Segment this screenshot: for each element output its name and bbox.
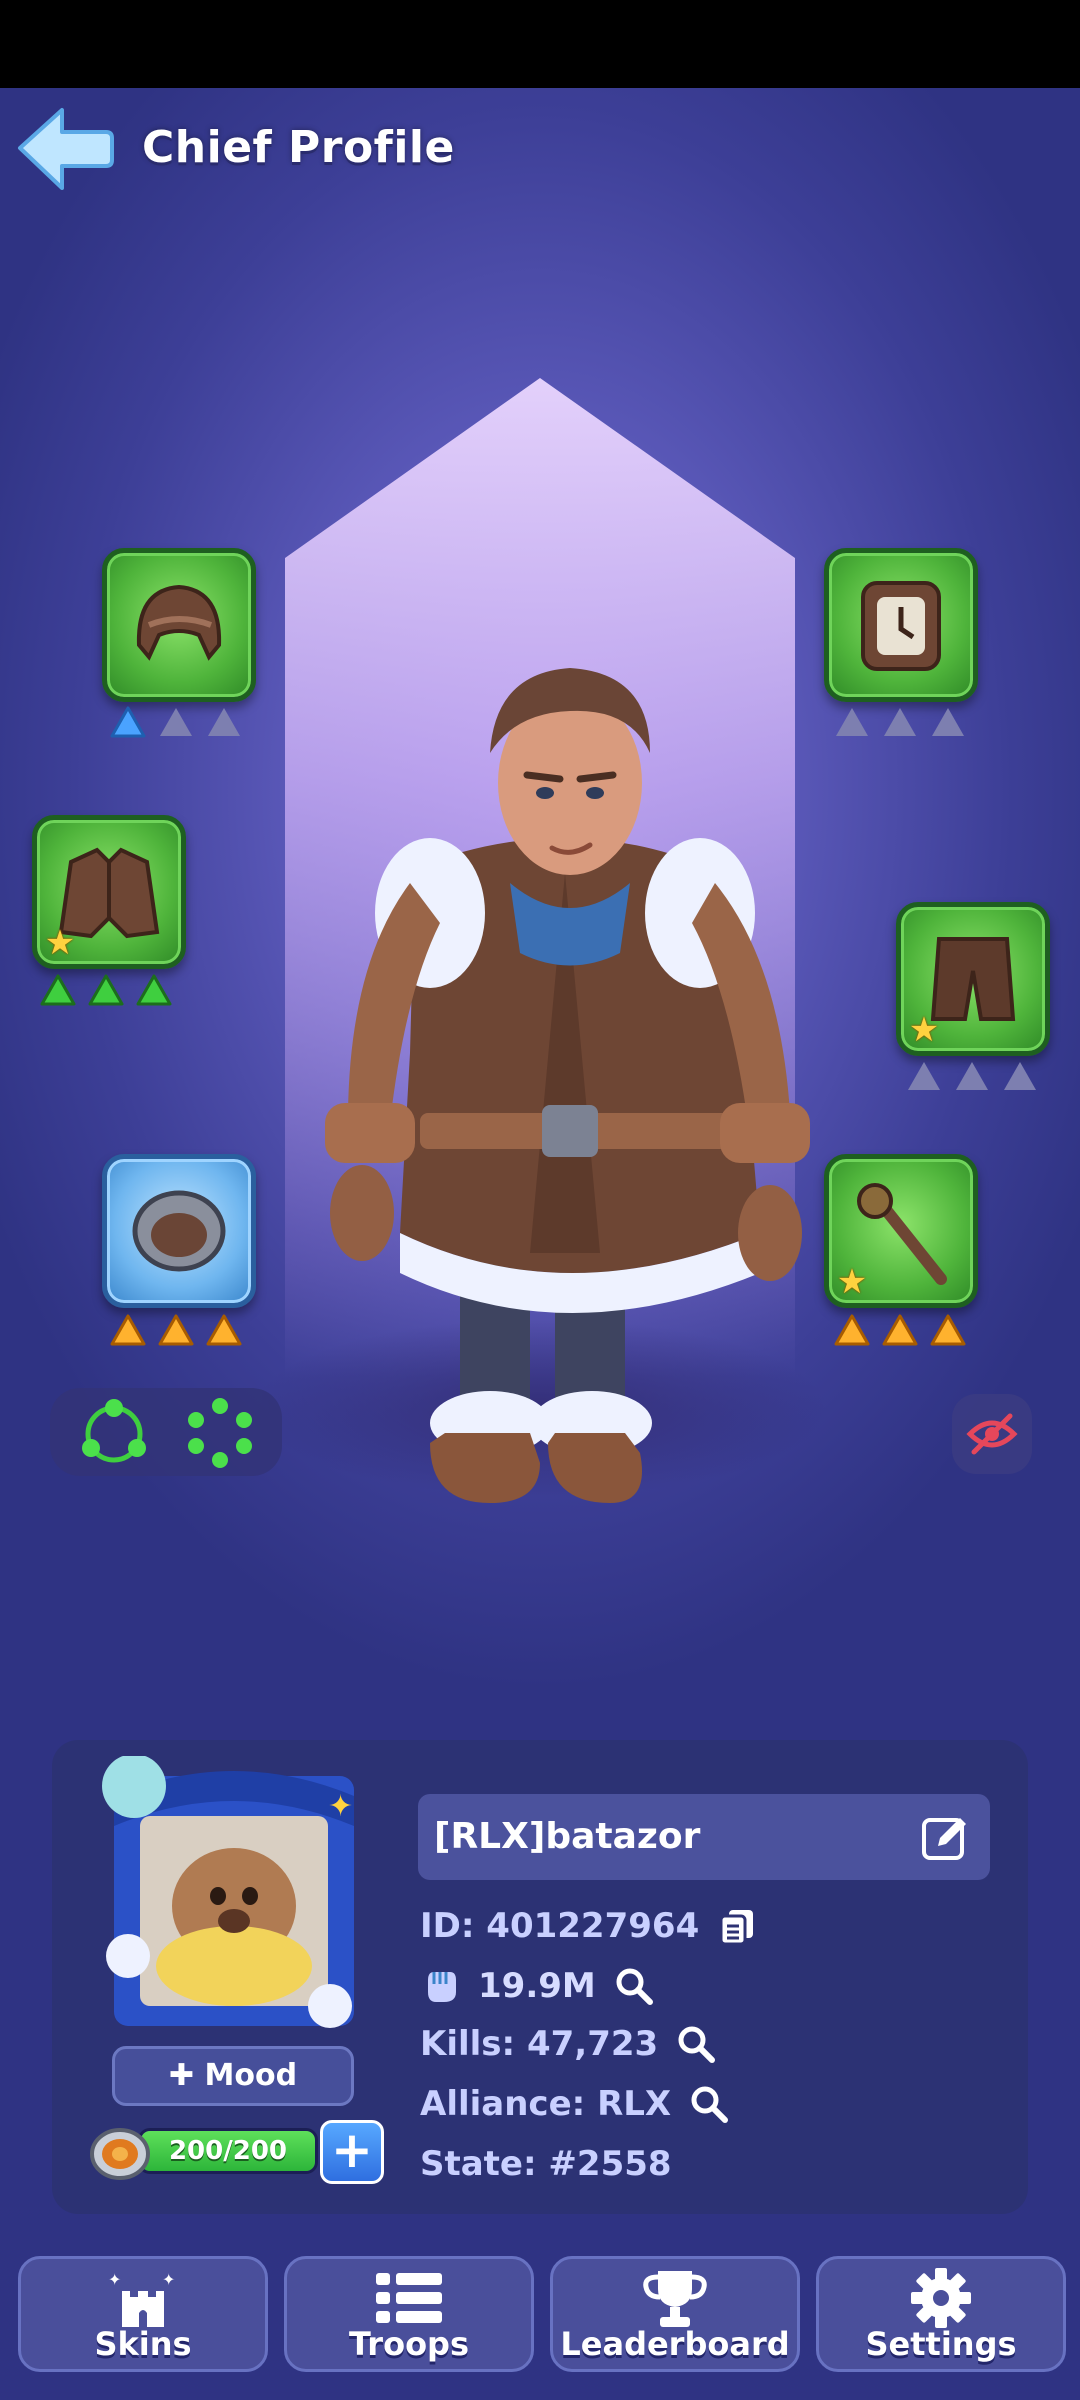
alliance-row: Alliance: RLX [420, 2080, 729, 2128]
edit-icon[interactable] [920, 1812, 970, 1862]
plus-icon: + [331, 2121, 373, 2179]
player-name-field[interactable]: [RLX]batazor [418, 1794, 990, 1880]
trophy-icon [643, 2271, 707, 2327]
tier-triangle-orange [930, 1314, 966, 1346]
gear-slot-pants[interactable]: ★ [896, 902, 1050, 1056]
tier-triangle-empty [836, 708, 868, 736]
back-button[interactable] [14, 104, 114, 194]
tier-triangle-empty [208, 708, 240, 736]
gear-slot-staff[interactable]: ★ [824, 1154, 978, 1308]
tier-triangle-empty [956, 1062, 988, 1090]
search-icon[interactable] [676, 2024, 716, 2064]
tier-triangle-green [136, 974, 172, 1006]
cap-icon [136, 584, 222, 661]
svg-text:✦: ✦ [162, 2270, 175, 2289]
svg-text:✦: ✦ [108, 2270, 121, 2289]
tier-triangle-empty [160, 708, 192, 736]
power-value: 19.9M [478, 1966, 596, 2006]
power-row: 19.9M [420, 1962, 654, 2010]
stamina-bar: 200/200 [138, 2128, 318, 2174]
chief-character [325, 668, 810, 1503]
triangle-nodes-icon [82, 1399, 146, 1463]
tier-triangle-empty [908, 1062, 940, 1090]
ring-icon [132, 1190, 226, 1272]
fist-icon [428, 1972, 456, 2002]
gear-tiers-coat [40, 974, 172, 1006]
castle-icon: ✦ ✦ [108, 2270, 175, 2327]
state-value: State: #2558 [420, 2144, 672, 2184]
troops-label: Troops [348, 2325, 469, 2363]
skins-button[interactable]: ✦ ✦ Skins [18, 2256, 268, 2372]
tier-triangle-empty [884, 708, 916, 736]
gear-slot-coat[interactable]: ★ [32, 815, 186, 969]
player-id: ID: 401227964 [420, 1906, 700, 1946]
tier-triangle-orange [882, 1314, 918, 1346]
gear-tiers-staff [834, 1314, 966, 1346]
eye-off-icon [966, 1413, 1018, 1455]
gear-slot-ring[interactable] [102, 1154, 256, 1308]
tier-triangle-orange [110, 1314, 146, 1346]
plus-icon: ✚ [168, 2058, 205, 2093]
gear-icon [911, 2268, 971, 2328]
gear-tiers-watch [834, 706, 966, 738]
watch-icon [861, 581, 941, 671]
leaderboard-label: Leaderboard [560, 2325, 790, 2363]
mood-button[interactable]: ✚ Mood [112, 2046, 354, 2106]
player-id-row: ID: 401227964 [420, 1902, 757, 1950]
leaderboard-button[interactable]: Leaderboard [550, 2256, 800, 2372]
gear-slot-cap[interactable] [102, 548, 256, 702]
kills-value: Kills: 47,723 [420, 2024, 659, 2064]
search-icon[interactable] [614, 1966, 654, 2006]
search-icon[interactable] [689, 2084, 729, 2124]
tier-triangle-green [40, 974, 76, 1006]
troops-button[interactable]: Troops [284, 2256, 534, 2372]
gear-tiers-ring [110, 1314, 242, 1346]
svg-text:✦: ✦ [328, 1789, 353, 1824]
kills-row: Kills: 47,723 [420, 2020, 716, 2068]
avatar[interactable]: ✦ [100, 1756, 368, 2046]
tier-triangle-green [88, 974, 124, 1006]
gear-tiers-cap [110, 706, 242, 738]
circle-nodes-icon [188, 1398, 252, 1468]
back-arrow-icon [18, 108, 114, 190]
alliance-value: Alliance: RLX [420, 2084, 672, 2124]
state-row: State: #2558 [420, 2140, 672, 2188]
settings-label: Settings [865, 2325, 1017, 2363]
tier-triangle-orange [206, 1314, 242, 1346]
star-icon: ★ [44, 923, 76, 963]
player-name: [RLX]batazor [434, 1816, 701, 1857]
status-bar [0, 0, 1080, 88]
star-icon: ★ [836, 1262, 868, 1302]
settings-button[interactable]: Settings [816, 2256, 1066, 2372]
gear-slot-watch[interactable] [824, 548, 978, 702]
hide-gear-button[interactable] [952, 1394, 1032, 1474]
gear-tiers-pants [906, 1060, 1038, 1092]
copy-icon[interactable] [717, 1906, 757, 1946]
skins-label: Skins [94, 2325, 192, 2363]
stamina-text: 200/200 [168, 2136, 288, 2166]
star-icon: ★ [908, 1010, 940, 1050]
gear-set-toggle[interactable] [50, 1388, 282, 1476]
tier-triangle-orange [158, 1314, 194, 1346]
mood-label: Mood [204, 2058, 298, 2093]
add-stamina-button[interactable]: + [320, 2120, 384, 2184]
page-title: Chief Profile [142, 122, 455, 173]
tier-triangle-orange [834, 1314, 870, 1346]
list-icon [376, 2273, 442, 2323]
tier-triangle-empty [1004, 1062, 1036, 1090]
stamina-can-icon [90, 2128, 150, 2180]
tier-triangle-empty [932, 708, 964, 736]
tier-triangle-blue [110, 706, 146, 738]
